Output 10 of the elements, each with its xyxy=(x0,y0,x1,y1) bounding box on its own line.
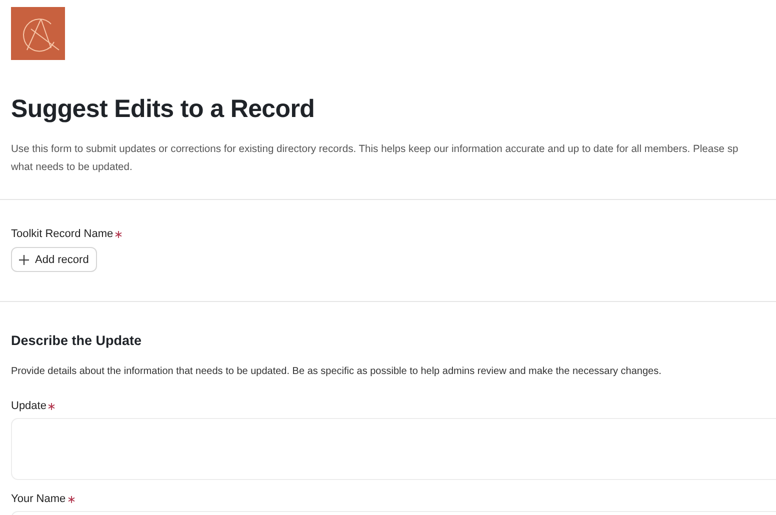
page-title: Suggest Edits to a Record xyxy=(11,95,315,124)
field-label: Toolkit Record Name xyxy=(11,228,114,240)
logo-icon xyxy=(11,7,65,60)
plus-icon xyxy=(19,254,29,264)
section-description: Provide details about the information that needs to be updated. Be as specific as possible to help admins review and make the necessary changes. xyxy=(11,366,662,377)
field-label: Update xyxy=(11,400,46,412)
add-record-button[interactable]: Add record xyxy=(11,247,97,272)
field-label: Your Name xyxy=(11,493,66,505)
section-heading: Describe the Update xyxy=(11,333,142,348)
form-description: Use this form to submit updates or corrections for existing directory records. This helps keep our information accurate and up to date for all members. Please sp what needs to be updated. xyxy=(11,143,738,175)
